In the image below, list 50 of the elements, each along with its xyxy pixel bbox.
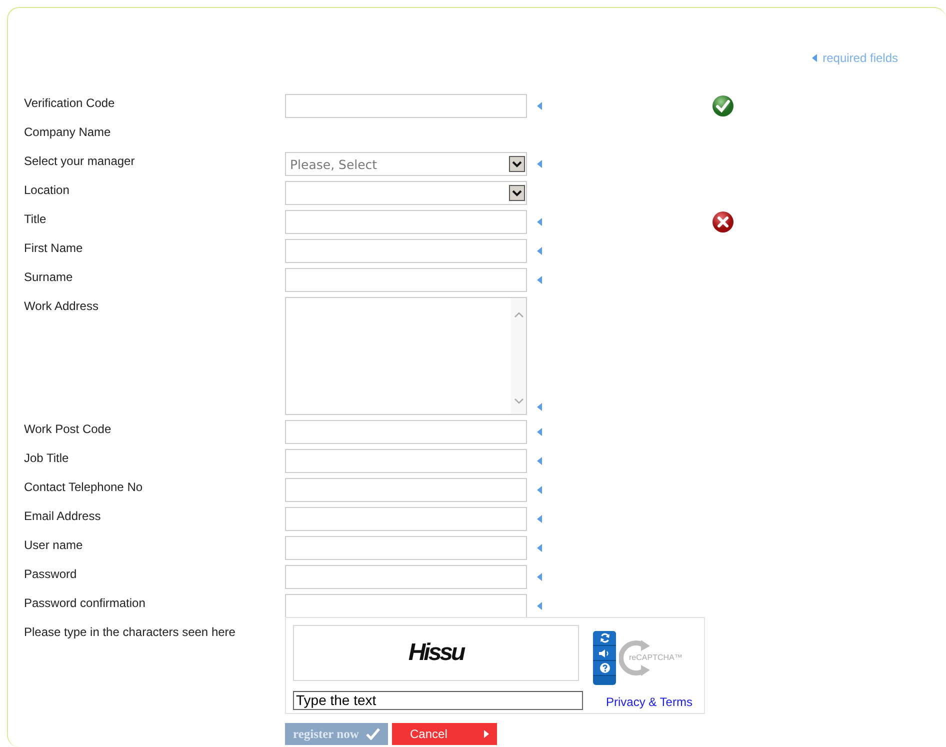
dropdown[interactable]: Please, Select (285, 152, 527, 176)
field-label: Work Address (24, 298, 100, 313)
required-marker-icon (812, 54, 817, 62)
field-label: Work Post Code (24, 421, 112, 436)
text-field[interactable] (285, 449, 527, 473)
privacy-terms-link[interactable]: Privacy & Terms (606, 694, 699, 713)
field-label: User name (24, 537, 84, 552)
field-label: Location (24, 182, 70, 197)
field-label: Password (24, 566, 78, 581)
checkmark-icon (366, 728, 380, 740)
scrollbar[interactable] (511, 298, 526, 414)
field-label: Select your manager (24, 153, 136, 168)
text-field[interactable] (285, 239, 527, 263)
recaptcha-logo-text: reCAPTCHA™ (629, 653, 682, 662)
field-label: Title (24, 211, 48, 226)
text-field[interactable] (285, 420, 527, 444)
text-field[interactable] (285, 565, 527, 589)
captcha-input[interactable]: Type the text (293, 690, 583, 710)
dropdown[interactable] (285, 181, 527, 205)
field-label: First Name (24, 240, 84, 255)
text-field[interactable] (285, 536, 527, 560)
chevron-up-icon (514, 312, 524, 318)
audio-button[interactable] (593, 646, 616, 661)
field-label: Contact Telephone No (24, 479, 144, 494)
captcha-image: Hissu (293, 625, 579, 681)
text-field[interactable] (285, 478, 527, 502)
text-field[interactable] (285, 268, 527, 292)
text-field[interactable] (285, 507, 527, 531)
chevron-down-icon (512, 160, 522, 168)
field-label: Surname (24, 269, 74, 284)
help-button[interactable] (593, 661, 616, 676)
field-label: Company Name (24, 124, 112, 139)
required-fields-note: required fields (822, 51, 898, 65)
text-field[interactable] (285, 594, 527, 618)
refresh-icon (600, 633, 610, 643)
text-field[interactable] (285, 210, 527, 234)
field-label: Password confirmation (24, 595, 146, 610)
help-icon (600, 663, 610, 673)
text-area[interactable] (285, 297, 527, 415)
chevron-down-icon (512, 190, 522, 196)
arrow-right-icon (484, 730, 489, 738)
refresh-button[interactable] (593, 631, 616, 646)
chevron-down-icon (514, 398, 524, 404)
cancel-button[interactable]: Cancel (392, 723, 497, 745)
field-label: Verification Code (24, 95, 116, 110)
field-label: Email Address (24, 508, 102, 523)
text-field[interactable] (285, 94, 527, 118)
field-label: Please type in the characters seen here (24, 624, 236, 639)
speaker-icon (599, 648, 610, 658)
field-label: Job Title (24, 450, 70, 465)
